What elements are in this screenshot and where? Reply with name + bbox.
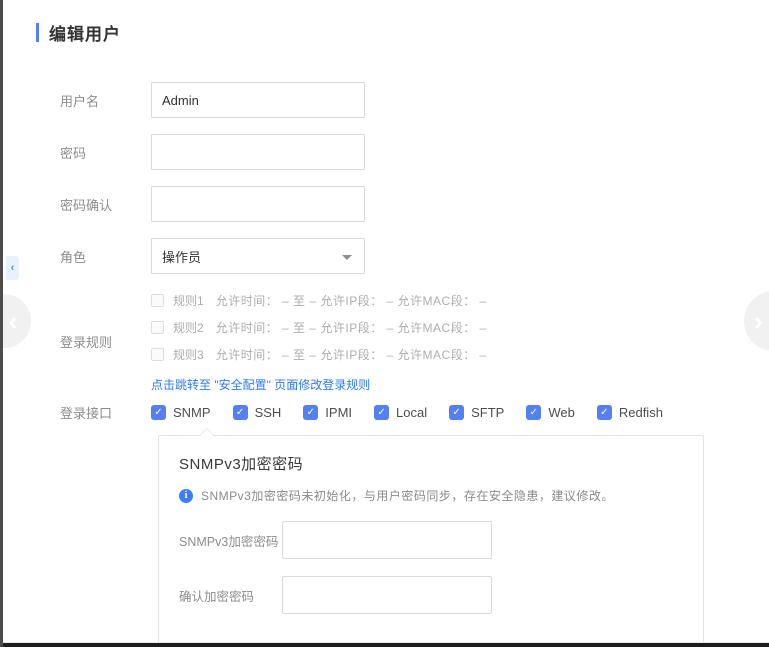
sidebar-collapse-tab[interactable]: ‹ — [6, 256, 19, 280]
password-confirm-label: 密码确认 — [60, 195, 151, 214]
rule-item-1: 规则1 允许时间： – 至 – 允许IP段： – 允许MAC段： – — [151, 290, 487, 310]
checkbox-checked-icon[interactable]: ✓ — [303, 405, 318, 420]
security-config-link[interactable]: 点击跳转至 "安全配置" 页面修改登录规则 — [151, 376, 487, 393]
snmpv3-notice-text: SNMPv3加密密码未初始化，与用户密码同步，存在安全隐患，建议修改。 — [201, 487, 614, 504]
checkbox-checked-icon[interactable]: ✓ — [449, 405, 464, 420]
interface-option-ssh[interactable]: ✓ SSH — [233, 405, 282, 420]
checkbox-checked-icon[interactable]: ✓ — [233, 405, 248, 420]
login-interfaces-list: ✓ SNMP ✓ SSH ✓ IPMI ✓ Local ✓ SFTP — [151, 405, 663, 420]
interface-option-sftp[interactable]: ✓ SFTP — [449, 405, 504, 420]
chevron-right-icon: › — [754, 308, 763, 334]
username-label: 用户名 — [60, 91, 151, 110]
rule-1-name: 规则1 — [173, 292, 204, 309]
role-row: 角色 操作员 — [60, 238, 769, 274]
interface-option-redfish[interactable]: ✓ Redfish — [597, 405, 663, 420]
snmpv3-password-row: SNMPv3加密密码 — [179, 521, 683, 559]
checkbox-checked-icon[interactable]: ✓ — [597, 405, 612, 420]
rule-3-name: 规则3 — [173, 346, 204, 363]
chevron-left-icon: ‹ — [11, 262, 15, 274]
page-title: 编辑用户 — [49, 20, 121, 45]
edit-user-form: 用户名 密码 密码确认 角色 操作员 登录规则 规则1 允许时间： — [60, 82, 769, 647]
snmpv3-notice: i SNMPv3加密密码未初始化，与用户密码同步，存在安全隐患，建议修改。 — [179, 487, 683, 504]
rule-2-checkbox[interactable] — [151, 321, 164, 334]
rule-item-2: 规则2 允许时间： – 至 – 允许IP段： – 允许MAC段： – — [151, 317, 487, 337]
snmpv3-panel-title: SNMPv3加密密码 — [179, 453, 683, 474]
login-rules-label: 登录规则 — [60, 332, 151, 351]
interface-option-local[interactable]: ✓ Local — [374, 405, 427, 420]
window-bottom-edge — [3, 643, 769, 647]
role-selected-value: 操作员 — [162, 247, 201, 266]
rule-2-detail: 允许时间： – 至 – 允许IP段： – 允许MAC段： – — [216, 319, 487, 336]
rule-1-detail: 允许时间： – 至 – 允许IP段： – 允许MAC段： – — [216, 292, 487, 309]
rule-1-checkbox[interactable] — [151, 294, 164, 307]
edit-user-page: 编辑用户 用户名 密码 密码确认 角色 操作员 登录规则 — [0, 0, 769, 647]
password-label: 密码 — [60, 143, 151, 162]
login-interfaces-row: 登录接口 ✓ SNMP ✓ SSH ✓ IPMI ✓ Local — [60, 403, 769, 422]
interface-option-web[interactable]: ✓ Web — [526, 405, 575, 420]
password-confirm-input[interactable] — [151, 186, 365, 222]
interface-option-ipmi[interactable]: ✓ IPMI — [303, 405, 352, 420]
password-input[interactable] — [151, 134, 365, 170]
interface-option-snmp[interactable]: ✓ SNMP — [151, 405, 211, 420]
snmpv3-password-label: SNMPv3加密密码 — [179, 531, 282, 550]
chevron-left-icon: ‹ — [9, 308, 18, 334]
rule-3-checkbox[interactable] — [151, 348, 164, 361]
chevron-down-icon — [342, 255, 352, 260]
password-row: 密码 — [60, 134, 769, 170]
role-label: 角色 — [60, 247, 151, 266]
snmpv3-password-panel: SNMPv3加密密码 i SNMPv3加密密码未初始化，与用户密码同步，存在安全… — [158, 435, 704, 647]
snmpv3-confirm-password-row: 确认加密密码 — [179, 576, 683, 614]
rule-3-detail: 允许时间： – 至 – 允许IP段： – 允许MAC段： – — [216, 346, 487, 363]
snmpv3-password-input[interactable] — [282, 521, 492, 559]
checkbox-checked-icon[interactable]: ✓ — [374, 405, 389, 420]
snmpv3-confirm-password-input[interactable] — [282, 576, 492, 614]
login-rules-list: 规则1 允许时间： – 至 – 允许IP段： – 允许MAC段： – 规则2 允… — [151, 290, 487, 393]
rule-item-3: 规则3 允许时间： – 至 – 允许IP段： – 允许MAC段： – — [151, 344, 487, 364]
role-select[interactable]: 操作员 — [151, 238, 365, 274]
login-rules-row: 登录规则 规则1 允许时间： – 至 – 允许IP段： – 允许MAC段： – … — [60, 290, 769, 393]
carousel-prev-button[interactable]: ‹ — [0, 294, 31, 348]
login-interfaces-label: 登录接口 — [60, 403, 151, 422]
snmpv3-confirm-password-label: 确认加密密码 — [179, 586, 282, 605]
info-icon: i — [179, 489, 193, 503]
rule-2-name: 规则2 — [173, 319, 204, 336]
username-input[interactable] — [151, 82, 365, 118]
page-header: 编辑用户 — [36, 20, 769, 45]
checkbox-checked-icon[interactable]: ✓ — [151, 405, 166, 420]
title-accent-bar — [36, 23, 39, 42]
username-row: 用户名 — [60, 82, 769, 118]
password-confirm-row: 密码确认 — [60, 186, 769, 222]
checkbox-checked-icon[interactable]: ✓ — [526, 405, 541, 420]
panel-caret-icon — [199, 429, 215, 437]
